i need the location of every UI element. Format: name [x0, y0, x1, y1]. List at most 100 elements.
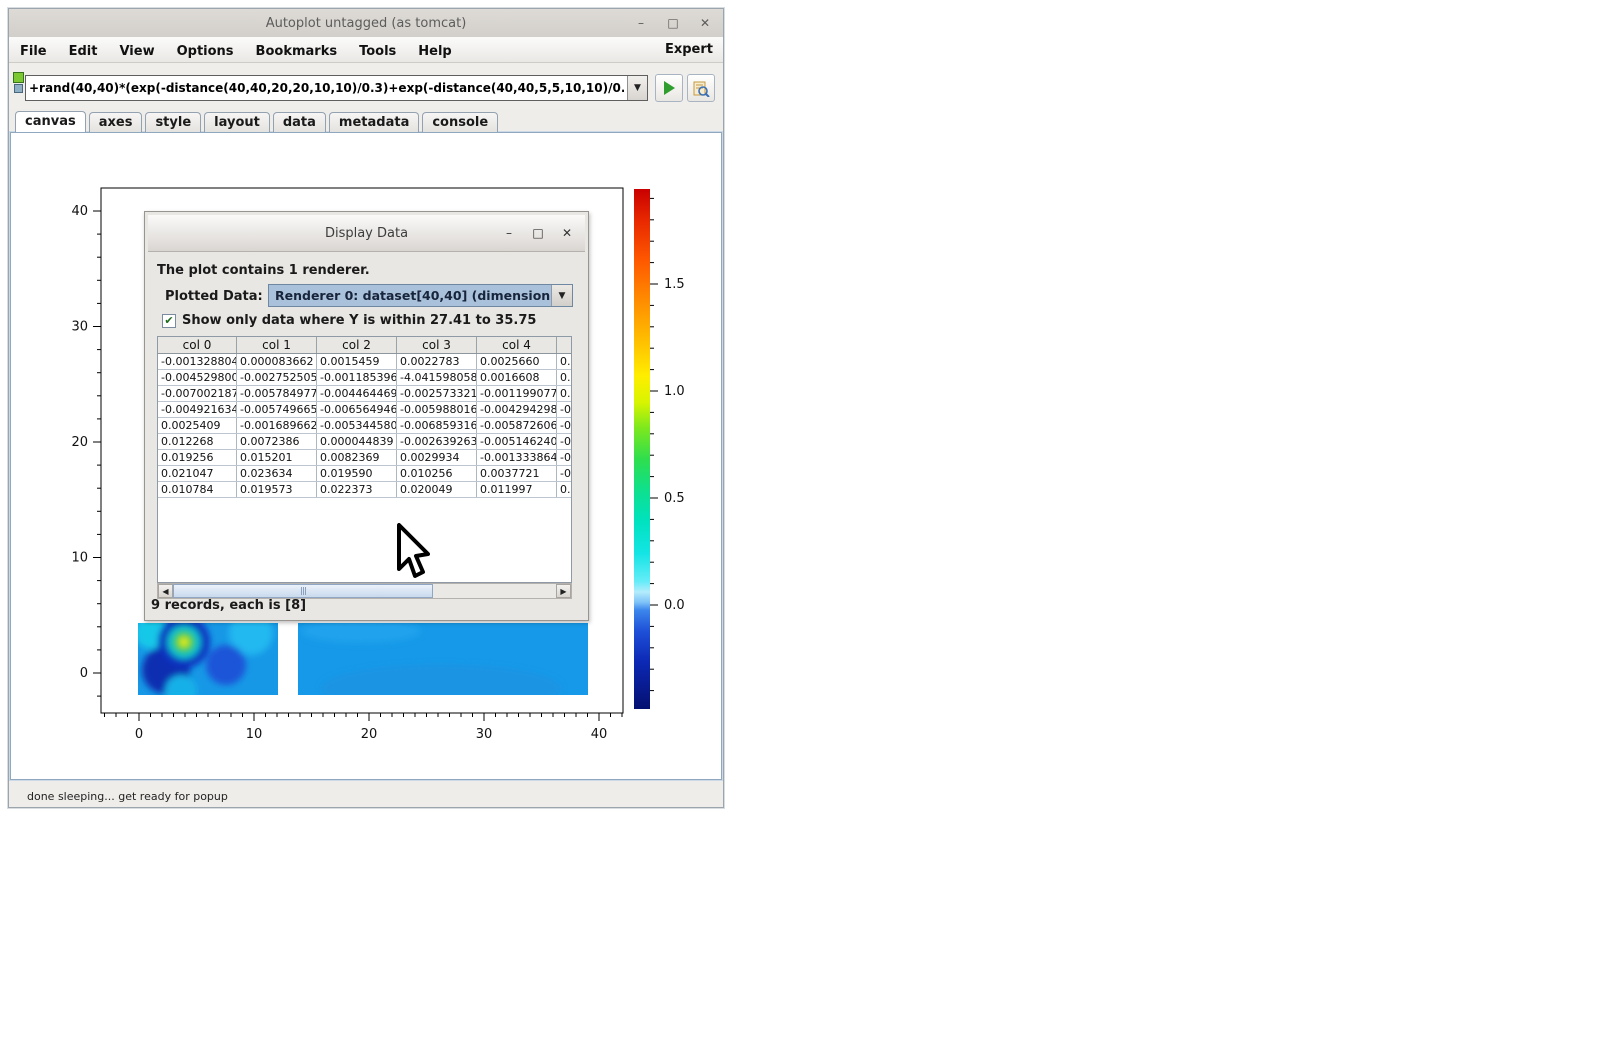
- tab-layout[interactable]: layout: [204, 112, 270, 132]
- table-cell[interactable]: -0.0: [557, 418, 573, 434]
- tab-console[interactable]: console: [422, 112, 498, 132]
- table-cell[interactable]: -0.004921634...: [158, 402, 237, 418]
- renderer-select[interactable]: Renderer 0: dataset[40,40] (dimension...…: [268, 284, 573, 307]
- column-header[interactable]: col 2: [317, 337, 397, 354]
- table-cell[interactable]: -0.005344580...: [317, 418, 397, 434]
- table-cell[interactable]: 0.015201: [237, 450, 317, 466]
- table-cell[interactable]: -0.005146240...: [477, 434, 557, 450]
- table-row[interactable]: 0.0107840.0195730.0223730.0200490.011997…: [158, 482, 572, 498]
- table-cell[interactable]: 0.0082369: [317, 450, 397, 466]
- dialog-titlebar[interactable]: Display Data – □ ✕: [148, 215, 585, 252]
- menu-tools[interactable]: Tools: [348, 44, 407, 59]
- table-cell[interactable]: -0.004294298...: [477, 402, 557, 418]
- scrollbar-track[interactable]: [173, 584, 556, 598]
- column-header[interactable]: col 3: [397, 337, 477, 354]
- dialog-maximize-icon[interactable]: □: [532, 226, 544, 240]
- plot-canvas[interactable]: 0102030400102030400.00.51.01.5 Display D…: [10, 132, 722, 780]
- menu-bookmarks[interactable]: Bookmarks: [245, 44, 349, 59]
- table-cell[interactable]: 0.010256: [397, 466, 477, 482]
- menu-help[interactable]: Help: [407, 44, 462, 59]
- table-cell[interactable]: 0.022373: [317, 482, 397, 498]
- go-button[interactable]: [655, 74, 683, 102]
- table-cell[interactable]: 0.0037721: [477, 466, 557, 482]
- table-cell[interactable]: -0.006859316...: [397, 418, 477, 434]
- table-cell[interactable]: -0.0: [557, 466, 573, 482]
- table-cell[interactable]: 0.019256: [158, 450, 237, 466]
- table-cell[interactable]: 0.0016608: [477, 370, 557, 386]
- tab-data[interactable]: data: [273, 112, 326, 132]
- table-cell[interactable]: 0.0025660: [477, 354, 557, 370]
- table-cell[interactable]: 0.020049: [397, 482, 477, 498]
- table-cell[interactable]: -0.002639263...: [397, 434, 477, 450]
- table-cell[interactable]: -0.006564946...: [317, 402, 397, 418]
- table-cell[interactable]: 0.000044839: [317, 434, 397, 450]
- tab-metadata[interactable]: metadata: [329, 112, 419, 132]
- table-cell[interactable]: -0.005872606...: [477, 418, 557, 434]
- column-header[interactable]: col 1: [237, 337, 317, 354]
- table-cell[interactable]: 0.0022783: [397, 354, 477, 370]
- table-cell[interactable]: 0.019590: [317, 466, 397, 482]
- table-cell[interactable]: 0.0072386: [237, 434, 317, 450]
- table-cell[interactable]: -0.004529800...: [158, 370, 237, 386]
- table-cell[interactable]: 0.0015459: [317, 354, 397, 370]
- inspect-uri-button[interactable]: [687, 74, 715, 102]
- table-cell[interactable]: 0.012268: [158, 434, 237, 450]
- table-cell[interactable]: 0.011997: [477, 482, 557, 498]
- window-titlebar[interactable]: Autoplot untagged (as tomcat) – □ ✕: [9, 9, 723, 38]
- table-row[interactable]: -0.004921634...-0.005749665...-0.0065649…: [158, 402, 572, 418]
- table-cell[interactable]: -0.002752505...: [237, 370, 317, 386]
- table-cell[interactable]: -0.005784977...: [237, 386, 317, 402]
- tab-canvas[interactable]: canvas: [15, 111, 86, 132]
- table-cell[interactable]: 0.000083662: [237, 354, 317, 370]
- table-row[interactable]: -0.001328804...0.0000836620.00154590.002…: [158, 354, 572, 370]
- filter-checkbox[interactable]: ✔: [162, 314, 176, 328]
- table-cell[interactable]: -0.001185396...: [317, 370, 397, 386]
- maximize-icon[interactable]: □: [665, 16, 681, 30]
- minimize-icon[interactable]: –: [633, 16, 649, 30]
- menu-view[interactable]: View: [108, 44, 165, 59]
- table-cell[interactable]: 0.021047: [158, 466, 237, 482]
- table-cell[interactable]: 0.019573: [237, 482, 317, 498]
- table-cell[interactable]: -0.002573321...: [397, 386, 477, 402]
- table-cell[interactable]: 0.00: [557, 354, 573, 370]
- column-header[interactable]: [557, 337, 573, 354]
- table-cell[interactable]: -0.0: [557, 450, 573, 466]
- table-cell[interactable]: -0.0: [557, 402, 573, 418]
- tab-style[interactable]: style: [145, 112, 201, 132]
- table-cell[interactable]: -4.041598058...: [397, 370, 477, 386]
- table-cell[interactable]: -0.001333864...: [477, 450, 557, 466]
- table-cell[interactable]: 0.00: [557, 482, 573, 498]
- table-cell[interactable]: 0.0029934: [397, 450, 477, 466]
- table-row[interactable]: 0.0192560.0152010.00823690.0029934-0.001…: [158, 450, 572, 466]
- table-cell[interactable]: -0.001689662...: [237, 418, 317, 434]
- table-cell[interactable]: 0.00: [557, 370, 573, 386]
- table-cell[interactable]: 0.0025409: [158, 418, 237, 434]
- scroll-left-icon[interactable]: ◀: [158, 584, 173, 598]
- table-row[interactable]: -0.007002187...-0.005784977...-0.0044644…: [158, 386, 572, 402]
- dialog-close-icon[interactable]: ✕: [561, 226, 573, 240]
- table-row[interactable]: 0.0122680.00723860.000044839-0.002639263…: [158, 434, 572, 450]
- scroll-right-icon[interactable]: ▶: [556, 584, 571, 598]
- menu-edit[interactable]: Edit: [58, 44, 109, 59]
- expert-menu[interactable]: Expert: [665, 42, 713, 57]
- table-cell[interactable]: -0.0: [557, 434, 573, 450]
- table-cell[interactable]: -0.007002187...: [158, 386, 237, 402]
- scrollbar-thumb[interactable]: [173, 584, 433, 598]
- dialog-minimize-icon[interactable]: –: [503, 226, 515, 240]
- table-row[interactable]: -0.004529800...-0.002752505...-0.0011853…: [158, 370, 572, 386]
- column-header[interactable]: col 0: [158, 337, 237, 354]
- table-cell[interactable]: 0.023634: [237, 466, 317, 482]
- table-cell[interactable]: -0.001199077...: [477, 386, 557, 402]
- tab-axes[interactable]: axes: [89, 112, 143, 132]
- close-icon[interactable]: ✕: [697, 16, 713, 30]
- menu-file[interactable]: File: [9, 44, 58, 59]
- uri-input[interactable]: [26, 76, 627, 100]
- table-row[interactable]: 0.0025409-0.001689662...-0.005344580...-…: [158, 418, 572, 434]
- table-cell[interactable]: 0.010784: [158, 482, 237, 498]
- table-cell[interactable]: -0.001328804...: [158, 354, 237, 370]
- horizontal-scrollbar[interactable]: ◀ ▶: [157, 583, 572, 599]
- uri-dropdown-icon[interactable]: ▼: [627, 76, 647, 100]
- data-table-scrollpane[interactable]: col 0col 1col 2col 3col 4 -0.001328804..…: [157, 336, 572, 583]
- table-row[interactable]: 0.0210470.0236340.0195900.0102560.003772…: [158, 466, 572, 482]
- table-cell[interactable]: -0.004464469...: [317, 386, 397, 402]
